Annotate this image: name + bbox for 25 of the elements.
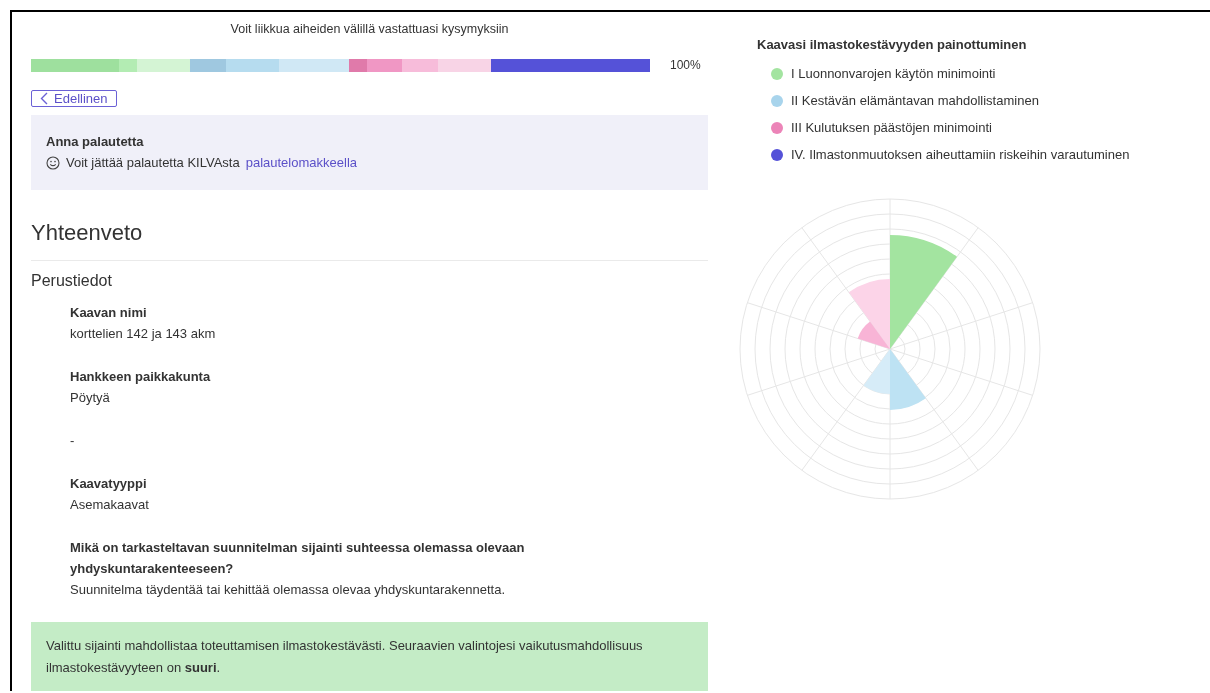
back-button[interactable]: Edellinen xyxy=(31,90,117,107)
chevron-left-icon xyxy=(40,92,48,105)
progress-reading: 100% xyxy=(670,58,701,72)
field-label: Kaavatyyppi xyxy=(70,475,148,493)
smiley-icon xyxy=(46,155,60,170)
summary-title: Yhteenveto xyxy=(31,220,708,261)
feedback-title: Anna palautetta xyxy=(46,134,145,149)
legend-label: IV. Ilmastonmuutoksen aiheuttamiin riskeihin varautuminen xyxy=(791,147,1130,162)
chart-title: Kaavasi ilmastokestävyyden painottuminen xyxy=(757,37,1028,52)
field-value: - xyxy=(70,433,75,448)
field-value: Pöytyä xyxy=(70,390,110,405)
field-label: Kaavan nimi xyxy=(70,304,148,322)
feedback-text: Voit jättää palautetta KILVAsta xyxy=(66,155,240,170)
legend-label: I Luonnonvarojen käytön minimointi xyxy=(791,66,996,81)
field-value: Suunnitelma täydentää tai kehittää olemassa olevaa yhdyskuntarakennetta. xyxy=(70,582,506,597)
field-label: Mikä on tarkasteltavan suunnitelman sijainti suhteessa olemassa olevaan yhdyskuntarakenteeseen? xyxy=(70,539,526,578)
progress-caption: Voit liikkua aiheiden välillä vastattuasi kysymyksiin xyxy=(229,22,510,36)
field-value: korttelien 142 ja 143 akm xyxy=(70,326,216,341)
section-title: Perustiedot xyxy=(31,272,113,290)
legend-label: III Kulutuksen päästöjen minimointi xyxy=(791,120,992,135)
field-label: Hankkeen paikkakunta xyxy=(70,368,212,386)
field-value: Asemakaavat xyxy=(70,497,149,512)
feedback-link[interactable]: palautelomakkeella xyxy=(245,155,357,170)
result-note: Valittu sijainti mahdollistaa toteuttamisen ilmastokestävästi. Seuraavien valintojesi vaikutusmahdollisuus ilmastokestävyyteen on suuri. xyxy=(31,622,708,691)
legend-label: II Kestävän elämäntavan mahdollistaminen xyxy=(791,93,1039,108)
